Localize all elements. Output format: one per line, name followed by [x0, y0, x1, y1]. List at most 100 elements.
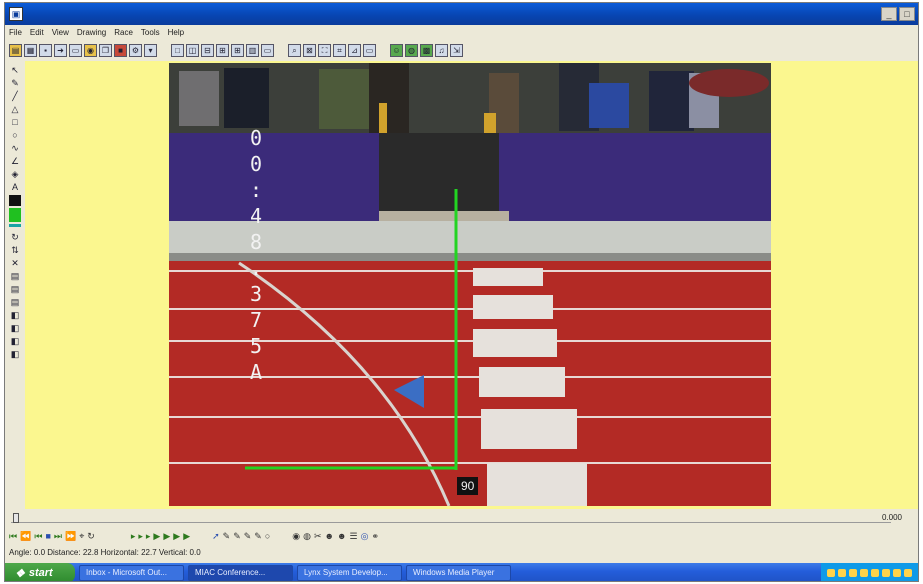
media-icon[interactable]: ◍ [303, 531, 311, 542]
menu-race[interactable]: Race [114, 28, 133, 37]
play-slow-1-icon[interactable]: ▸ [131, 531, 136, 542]
taskbar-item-miac[interactable]: MIAC Conference... [188, 565, 293, 581]
layout-1-icon[interactable]: □ [171, 43, 184, 57]
pencil-icon[interactable]: ✎ [9, 78, 21, 89]
record-icon[interactable]: ■ [114, 43, 127, 57]
camera-icon[interactable]: ◉ [84, 43, 97, 57]
tool-c-icon[interactable]: ◧ [9, 336, 21, 347]
fast-back-icon[interactable]: ⏪ [20, 531, 31, 542]
menu-file[interactable]: File [9, 28, 22, 37]
layout-2-icon[interactable]: ◫ [186, 43, 199, 57]
mark-icon[interactable]: ⌖ [79, 531, 84, 542]
tray-icon[interactable] [893, 569, 901, 577]
layer-1-icon[interactable]: ▤ [9, 271, 21, 282]
curve-icon[interactable]: ∿ [9, 143, 21, 154]
target-icon[interactable]: ◎ [361, 531, 369, 542]
circle-icon[interactable]: ○ [9, 130, 21, 141]
menu-tools[interactable]: Tools [141, 28, 160, 37]
menu-view[interactable]: View [52, 28, 69, 37]
layer-3-icon[interactable]: ▤ [9, 297, 21, 308]
minimize-button[interactable]: _ [881, 7, 897, 21]
scrubber-thumb[interactable] [13, 513, 19, 523]
link-icon[interactable]: ⚭ [371, 531, 379, 542]
layout-5-icon[interactable]: ⊞ [231, 43, 244, 57]
window-icon[interactable]: ▭ [363, 43, 376, 57]
flip-icon[interactable]: ⇅ [9, 245, 21, 256]
person-2-icon[interactable]: ☻ [337, 531, 346, 541]
play-fast-2-icon[interactable]: ▶ [173, 531, 180, 542]
skip-start-icon[interactable]: ⏮ [9, 531, 17, 542]
music-icon[interactable]: ♫ [435, 43, 448, 57]
taskbar-item-media-player[interactable]: Windows Media Player [406, 565, 511, 581]
export-icon[interactable]: ⇲ [450, 43, 463, 57]
camera-capture-icon[interactable]: ◉ [292, 531, 300, 542]
layer-2-icon[interactable]: ▤ [9, 284, 21, 295]
layout-6-icon[interactable]: ▥ [246, 43, 259, 57]
menu-drawing[interactable]: Drawing [77, 28, 106, 37]
copy-icon[interactable]: ❐ [99, 43, 112, 57]
open-icon[interactable]: ▤ [9, 43, 22, 57]
angle-icon[interactable]: ∠ [9, 156, 21, 167]
tray-icon[interactable] [904, 569, 912, 577]
menu-help[interactable]: Help [168, 28, 184, 37]
save-icon[interactable]: ▪ [39, 43, 52, 57]
taskbar-item-lynx[interactable]: Lynx System Develop... [297, 565, 402, 581]
timeline-scrubber[interactable] [11, 513, 891, 523]
play-fast-1-icon[interactable]: ▶ [163, 531, 170, 542]
triangle-icon[interactable]: △ [9, 104, 21, 115]
pan-icon[interactable]: ⌗ [333, 43, 346, 57]
tool-b-icon[interactable]: ◧ [9, 323, 21, 334]
tray-icon[interactable] [871, 569, 879, 577]
play-icon[interactable]: ▶ [153, 531, 160, 542]
layout-3-icon[interactable]: ⊟ [201, 43, 214, 57]
title-bar[interactable]: ▣ _ □ [5, 3, 918, 25]
tool-a-icon[interactable]: ◧ [9, 310, 21, 321]
color-swatch-green[interactable] [9, 208, 21, 222]
tray-icon[interactable] [827, 569, 835, 577]
person-icon[interactable]: ☻ [325, 531, 334, 541]
tool-pen-4-icon[interactable]: ✎ [254, 531, 262, 542]
play-slow-3-icon[interactable]: ▸ [146, 531, 151, 542]
fast-forward-icon[interactable]: ⏩ [65, 531, 76, 542]
image-icon[interactable]: ▩ [420, 43, 433, 57]
print-icon[interactable]: ▭ [69, 43, 82, 57]
stop-icon[interactable]: ■ [45, 531, 50, 541]
rectangle-icon[interactable]: □ [9, 117, 21, 128]
tool-circle-icon[interactable]: ○ [265, 531, 270, 541]
zoom-region-icon[interactable]: ⛶ [318, 43, 331, 57]
cut-icon[interactable]: ✂ [314, 531, 322, 542]
globe-icon[interactable]: ◍ [405, 43, 418, 57]
line-icon[interactable]: ╱ [9, 91, 21, 102]
grid-icon[interactable]: ▦ [24, 43, 37, 57]
tool-pen-1-icon[interactable]: ✎ [223, 531, 231, 542]
tool-pen-2-icon[interactable]: ✎ [233, 531, 241, 542]
step-forward-icon[interactable]: ⏭ [54, 531, 62, 542]
tool-arrow-icon[interactable]: ➚ [212, 531, 220, 542]
tray-icon[interactable] [882, 569, 890, 577]
layout-4-icon[interactable]: ⊞ [216, 43, 229, 57]
finish-line-video-frame[interactable]: 0 0 : 4 8 . 3 7 5 A 90 [169, 63, 771, 506]
select-arrow-icon[interactable]: ↖ [9, 65, 21, 76]
color-swatch-black[interactable] [9, 195, 21, 206]
text-icon[interactable]: A [9, 182, 21, 193]
settings-icon[interactable]: ⚙ [129, 43, 142, 57]
play-slow-2-icon[interactable]: ▸ [138, 531, 143, 542]
maximize-button[interactable]: □ [899, 7, 915, 21]
line-width-icon[interactable] [9, 224, 21, 230]
tool-pen-3-icon[interactable]: ✎ [244, 531, 252, 542]
measure-icon[interactable]: ⊿ [348, 43, 361, 57]
taskbar-item-outlook[interactable]: Inbox - Microsoft Out... [79, 565, 184, 581]
menu-edit[interactable]: Edit [30, 28, 44, 37]
step-back-icon[interactable]: ⏮ [34, 531, 42, 542]
tool-d-icon[interactable]: ◧ [9, 349, 21, 360]
start-button[interactable]: ❖ start [5, 563, 75, 581]
tray-icon[interactable] [849, 569, 857, 577]
tray-icon[interactable] [860, 569, 868, 577]
play-fast-3-icon[interactable]: ▶ [183, 531, 190, 542]
loop-icon[interactable]: ↻ [87, 531, 95, 542]
list-icon[interactable]: ☰ [350, 531, 358, 542]
zoom-fit-icon[interactable]: ⊠ [303, 43, 316, 57]
arrow-icon[interactable]: ➜ [54, 43, 67, 57]
tray-icon[interactable] [838, 569, 846, 577]
fill-icon[interactable]: ◈ [9, 169, 21, 180]
